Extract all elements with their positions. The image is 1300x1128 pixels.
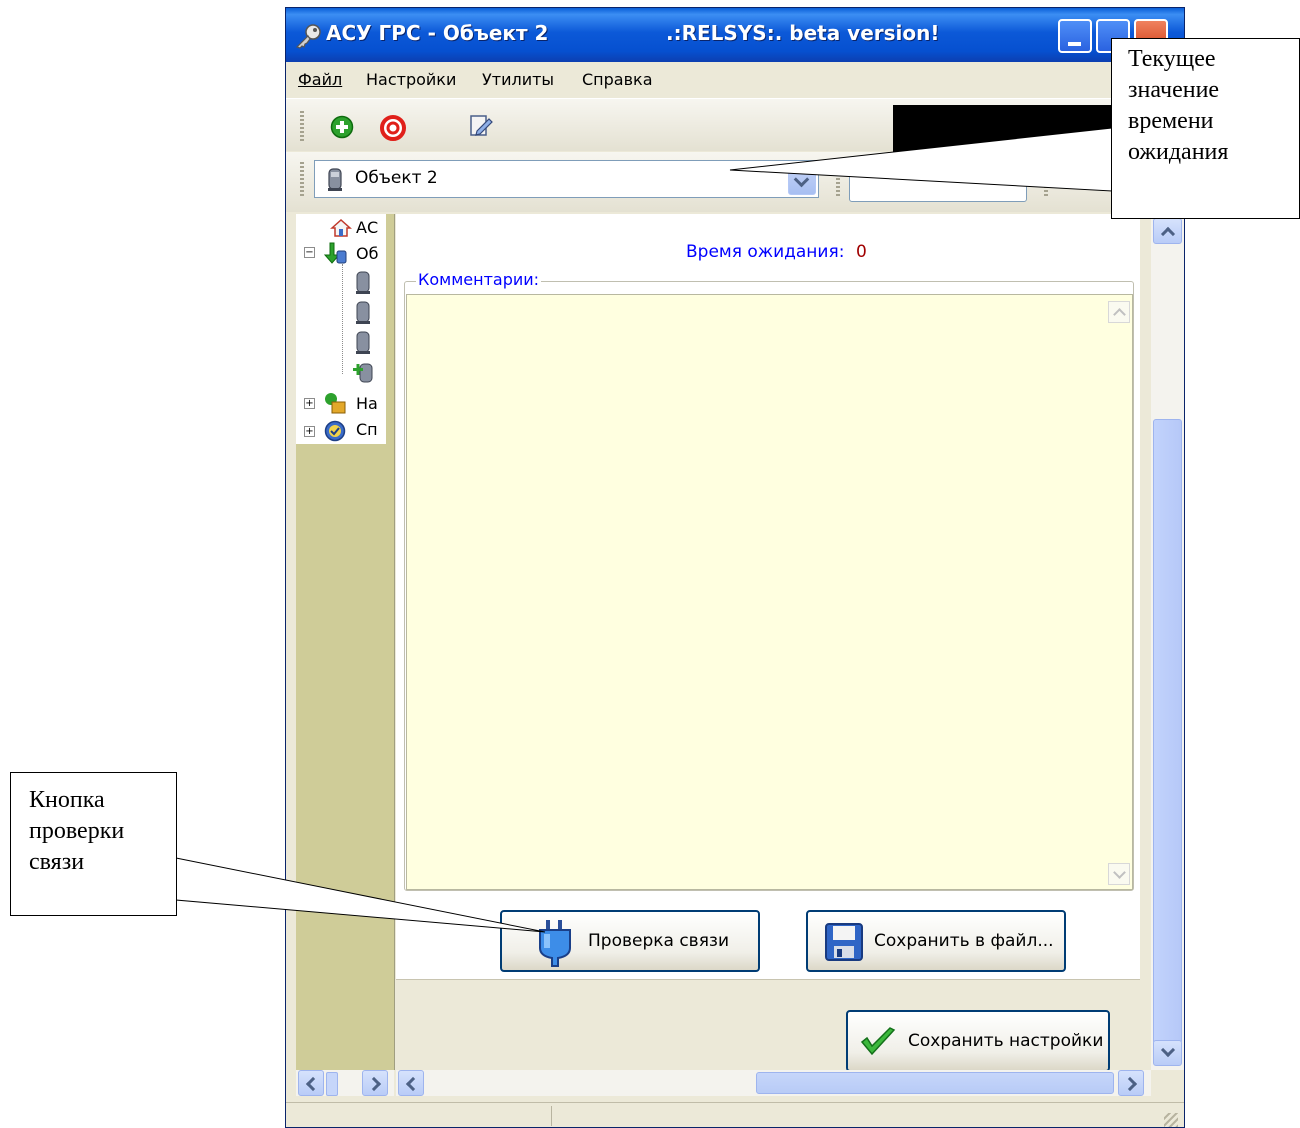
wait-time-callout: Текущее значение времени ожидания — [1111, 38, 1300, 219]
check-button-callout: Кнопка проверки связи — [10, 772, 177, 916]
callout-pointers — [175, 127, 1113, 933]
